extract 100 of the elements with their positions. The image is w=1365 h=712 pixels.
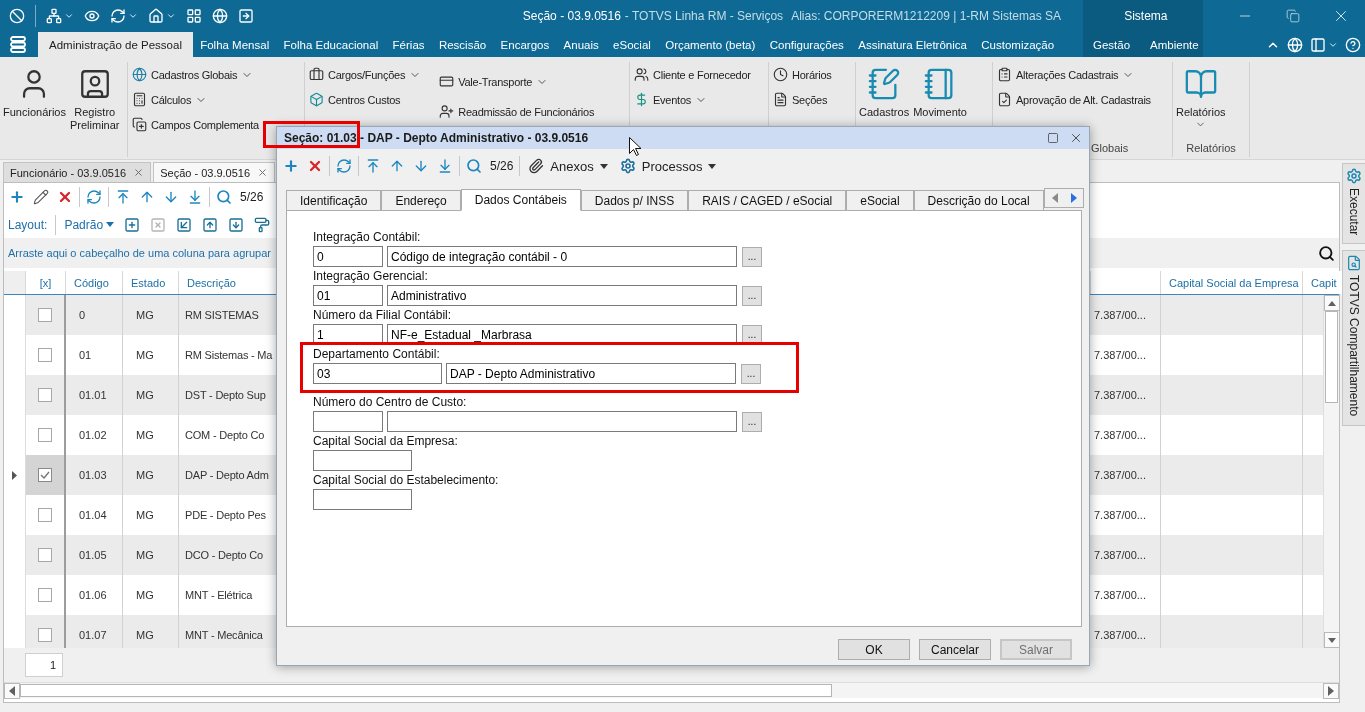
paint-roller-icon[interactable] (254, 216, 271, 233)
input-field[interactable]: 01 (313, 285, 383, 306)
tab[interactable]: Descrição do Local (913, 190, 1044, 210)
grid-icon[interactable] (186, 8, 202, 24)
input-field[interactable]: 0 (313, 246, 383, 267)
ribbon-button[interactable]: Cadastros (858, 62, 911, 119)
dialog-button[interactable]: Cancelar (919, 639, 991, 660)
refresh-icon[interactable] (110, 8, 126, 24)
column-header[interactable]: [x] (39, 276, 52, 289)
checkbox[interactable] (38, 508, 52, 522)
menu-tab[interactable]: Férias (385, 32, 432, 57)
ribbon-button[interactable]: Cadastros Globais (130, 62, 261, 87)
ribbon-button[interactable]: Cargos/Funções (307, 62, 424, 87)
search-icon[interactable] (1318, 244, 1335, 262)
circle-slash-icon[interactable] (9, 8, 25, 24)
input-field[interactable]: 03 (313, 363, 442, 384)
restore-icon[interactable] (1286, 9, 1300, 23)
input-field[interactable] (313, 450, 412, 471)
ribbon-button[interactable]: Funcionários (2, 62, 67, 119)
home-icon[interactable] (148, 8, 164, 24)
ribbon-button[interactable]: Eventos (632, 87, 753, 112)
menu-button[interactable]: Processos (617, 158, 719, 174)
lookup-button[interactable]: ... (742, 324, 762, 345)
scroll-up-button[interactable] (1324, 295, 1340, 311)
arrow-down-to-line-icon[interactable] (437, 158, 453, 174)
column-header[interactable]: Descrição (187, 276, 236, 289)
menu-tab[interactable]: Encargos (493, 32, 557, 57)
input-field[interactable] (313, 411, 383, 432)
plus-icon[interactable] (9, 189, 25, 205)
page-field[interactable]: 1 (25, 653, 63, 677)
panel-icon[interactable] (1310, 36, 1326, 53)
scroll-right-button[interactable] (1323, 683, 1339, 699)
tab[interactable]: eSocial (846, 190, 914, 210)
ribbon-button[interactable]: Cliente e Fornecedor (632, 62, 753, 87)
ribbon-button[interactable]: Horários (771, 62, 834, 87)
ribbon-button[interactable]: Seções (771, 87, 834, 112)
side-tab[interactable]: Executar (1342, 163, 1365, 245)
checkbox[interactable] (38, 348, 52, 362)
input-field[interactable]: Administrativo (387, 285, 737, 306)
triangle-left-icon[interactable] (1051, 193, 1058, 203)
x-icon[interactable] (57, 189, 73, 205)
ribbon-button[interactable]: Cálculos (130, 87, 261, 112)
ribbon-button[interactable]: Centros Custos (307, 87, 424, 112)
refresh-icon[interactable] (336, 158, 352, 174)
globe-icon[interactable] (1287, 36, 1303, 53)
side-tab[interactable]: TOTVS Compartilhamento (1342, 250, 1365, 426)
menu-tab[interactable]: Ambiente (1140, 32, 1209, 57)
document-tab[interactable]: Seção - 03.9.0516 (153, 162, 276, 182)
maximize-icon[interactable] (1047, 132, 1059, 144)
tab[interactable]: Dados Contábeis (460, 189, 581, 211)
ribbon-button[interactable]: Vale-Transporte (437, 69, 597, 94)
ribbon-button[interactable]: Relatórios (1175, 62, 1227, 130)
triangle-right-icon[interactable] (1070, 193, 1077, 203)
close-icon[interactable] (1069, 131, 1083, 145)
checkbox[interactable] (38, 548, 52, 562)
ribbon-button[interactable]: Movimento (912, 62, 968, 119)
menu-tab[interactable]: Rescisão (431, 32, 494, 57)
help-icon[interactable] (1345, 36, 1361, 53)
checkbox[interactable] (38, 308, 52, 322)
close-icon[interactable] (257, 167, 269, 178)
column-header[interactable]: Capit (1311, 276, 1337, 289)
checkbox[interactable] (38, 428, 52, 442)
menu-tab[interactable]: Folha Educacional (276, 32, 386, 57)
hierarchy-icon[interactable] (46, 8, 62, 24)
tab[interactable]: Endereço (381, 190, 461, 210)
column-header[interactable]: Estado (131, 276, 166, 289)
menu-tab[interactable]: Assinatura Eletrônica (851, 32, 975, 57)
arrow-up-to-line-icon[interactable] (115, 189, 131, 205)
menu-icon[interactable] (10, 36, 26, 53)
globe-icon[interactable] (212, 8, 228, 24)
menu-tab[interactable]: Customização (974, 32, 1062, 57)
tab[interactable]: Identificação (286, 190, 382, 210)
menu-button[interactable]: Anexos (526, 158, 610, 174)
square-arrow-right-icon[interactable] (238, 8, 254, 24)
input-field[interactable]: Código de integração contábil - 0 (387, 246, 737, 267)
tab[interactable]: RAIS / CAGED / eSocial (688, 190, 847, 210)
menu-tab[interactable]: Gestão (1083, 32, 1141, 57)
checkbox[interactable] (38, 588, 52, 602)
input-field[interactable] (313, 489, 412, 510)
menu-tab[interactable]: Orçamento (beta) (658, 32, 763, 57)
arrow-down-icon[interactable] (163, 189, 179, 205)
menu-tab[interactable]: eSocial (605, 32, 658, 57)
arrow-down-to-line-icon[interactable] (187, 189, 203, 205)
ribbon-button[interactable]: Alterações Cadastrais (995, 62, 1153, 87)
scrollbar-thumb[interactable] (1325, 311, 1338, 403)
checkbox[interactable] (38, 388, 52, 402)
checkbox[interactable] (38, 468, 52, 482)
input-field[interactable] (387, 411, 737, 432)
document-tab[interactable]: Funcionário - 03.9.0516 (3, 162, 152, 182)
lookup-button[interactable]: ... (742, 285, 762, 306)
menu-tab[interactable]: Folha Mensal (192, 32, 277, 57)
ribbon-button[interactable]: Registro Preliminar (69, 62, 121, 132)
eye-icon[interactable] (84, 8, 100, 24)
menu-tab[interactable]: Administração de Pessoal (38, 32, 193, 57)
ribbon-button[interactable]: Aprovação de Alt. Cadastrais (995, 87, 1153, 112)
row-indicator-cell[interactable] (4, 615, 26, 648)
square-arrow-down-icon[interactable] (228, 216, 245, 233)
lookup-button[interactable]: ... (741, 363, 761, 384)
ribbon-button[interactable]: Readmissão de Funcionários (437, 99, 597, 124)
column-header[interactable]: Código (74, 276, 109, 289)
